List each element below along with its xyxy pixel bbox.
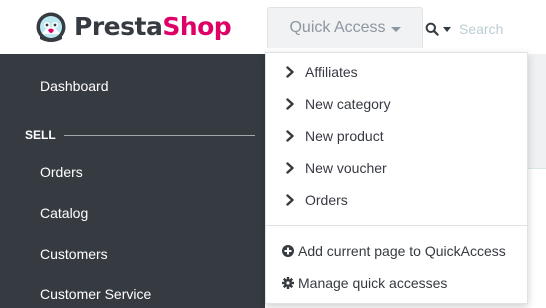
sidebar-item-customers[interactable]: Customers [0,234,265,274]
chevron-right-icon [286,130,294,142]
quick-access-link-new-category[interactable]: New category [266,88,527,120]
logo-wordmark: PrestaShop [74,10,232,44]
sidebar-section-sell: SELL [0,126,265,144]
page: PrestaShop Quick Access Dashboard SELL [0,0,546,308]
quick-access-toggle[interactable]: Quick Access [267,7,423,48]
sidebar-item-orders[interactable]: Orders [0,152,265,192]
prestashop-logo[interactable]: PrestaShop [36,10,232,44]
quick-access-link-label: New product [305,128,384,144]
section-heading: SELL [25,128,56,142]
action-label: Manage quick accesses [298,275,448,291]
quick-access-menu: Affiliates New category New product New … [265,52,528,304]
sidebar-item-label: Dashboard [40,78,109,94]
logo-text-shop: Shop [162,12,232,41]
quick-access-link-label: New category [305,96,391,112]
quick-access-link-label: Orders [305,192,348,208]
puffin-logo-icon [36,12,66,42]
quick-access-link-label: New voucher [305,160,387,176]
quick-access-link-new-product[interactable]: New product [266,120,527,152]
quick-access-link-orders[interactable]: Orders [266,184,527,216]
search-type-button[interactable] [425,10,451,48]
menu-divider [266,225,527,226]
add-to-quick-access-button[interactable]: Add current page to QuickAccess [266,235,527,267]
sidebar-item-label: Customers [40,246,108,262]
search-icon [425,22,439,36]
top-header: PrestaShop Quick Access [0,0,546,54]
sidebar-item-label: Customer Service [40,286,152,302]
quick-access-link-new-voucher[interactable]: New voucher [266,152,527,184]
sidebar-item-customer-service[interactable]: Customer Service [0,274,265,308]
logo-text-presta: Presta [74,12,163,41]
plus-circle-icon [282,245,294,257]
chevron-right-icon [286,98,294,110]
search-input[interactable] [451,10,546,48]
sidebar-item-label: Catalog [40,205,89,221]
chevron-right-icon [286,194,294,206]
caret-down-icon [443,26,451,32]
search-box [425,10,546,48]
sidebar-item-dashboard[interactable]: Dashboard [0,66,265,106]
section-divider [63,134,255,136]
cog-icon [282,277,294,289]
chevron-right-icon [286,66,294,78]
quick-access-link-affiliates[interactable]: Affiliates [266,56,527,88]
action-label: Add current page to QuickAccess [298,243,506,259]
quick-access-label: Quick Access [289,19,386,36]
sidebar-item-catalog[interactable]: Catalog [0,193,265,233]
sidebar: Dashboard SELL Orders Catalog Customers … [0,54,265,308]
quick-access-link-label: Affiliates [305,64,358,80]
sidebar-item-label: Orders [40,164,83,180]
caret-down-icon [390,26,401,32]
manage-quick-accesses-button[interactable]: Manage quick accesses [266,267,527,299]
chevron-right-icon [286,162,294,174]
